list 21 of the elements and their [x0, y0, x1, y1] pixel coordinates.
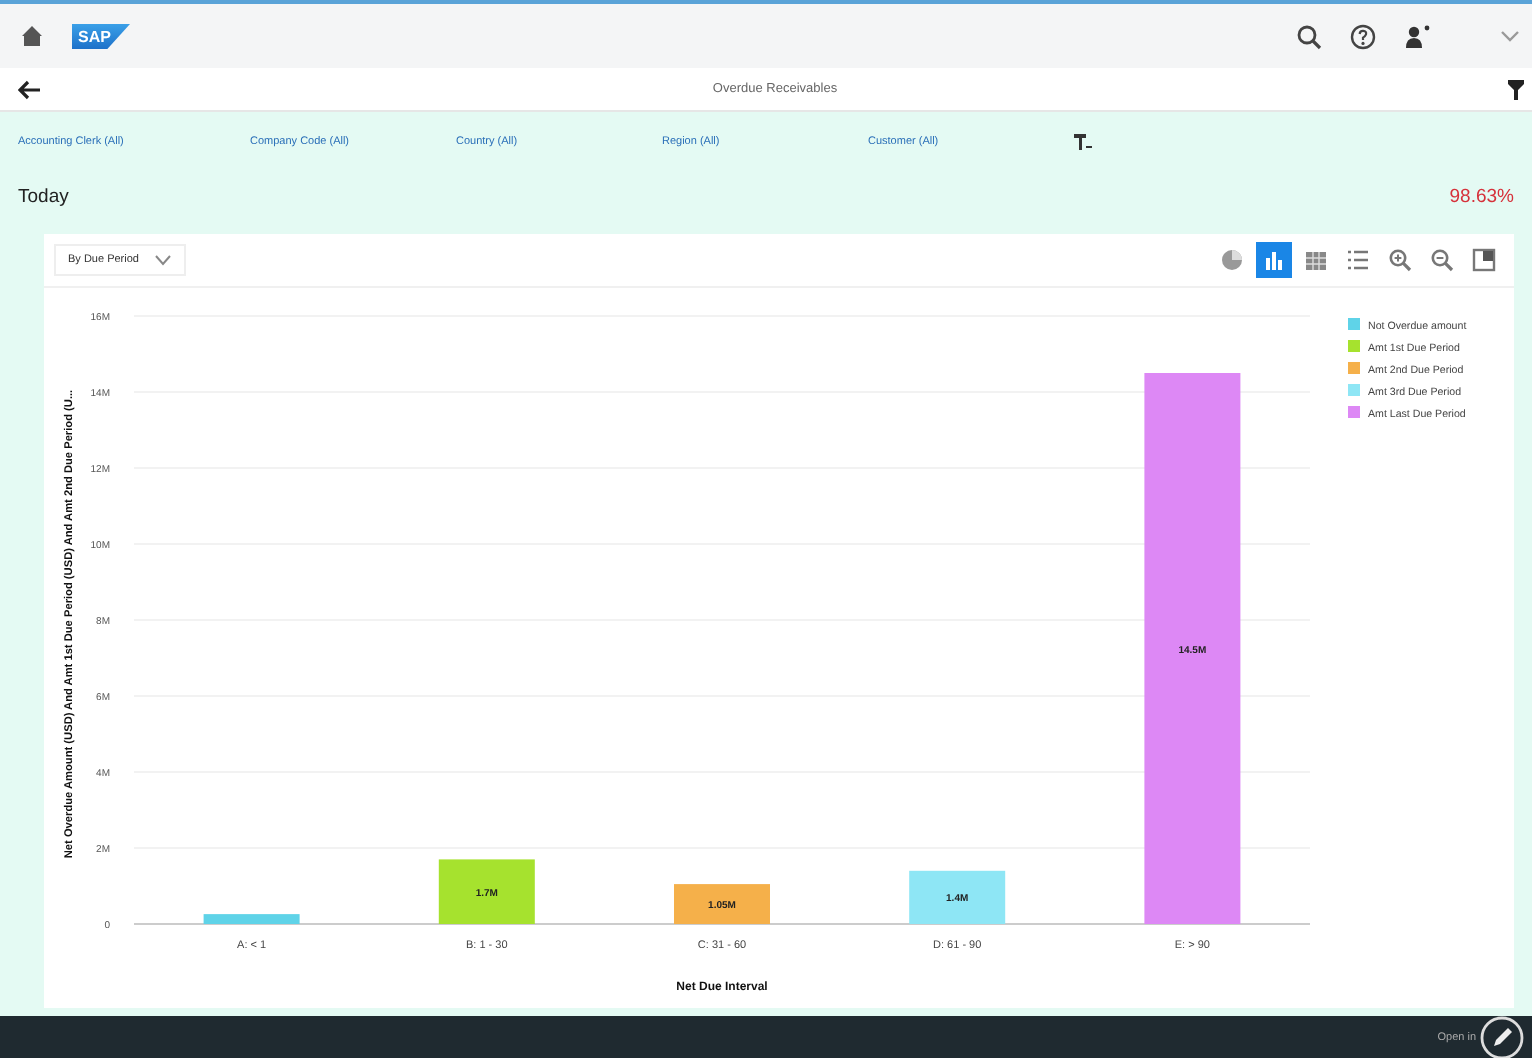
kpi-label: Today	[18, 186, 69, 208]
back-icon[interactable]	[18, 79, 42, 99]
fullscreen-icon	[1472, 248, 1496, 272]
zoom-in-icon	[1388, 248, 1412, 272]
bar-chart-icon	[1262, 248, 1286, 272]
logo: SAP	[72, 23, 131, 49]
filter-icon[interactable]	[1508, 79, 1524, 99]
search-icon[interactable]	[1296, 23, 1322, 49]
list-icon	[1346, 248, 1370, 272]
caret-icon	[154, 254, 173, 266]
edit-icon[interactable]	[1480, 1015, 1524, 1058]
kpi-value: 98.63%	[1449, 186, 1514, 208]
zoom-out-icon	[1430, 248, 1454, 272]
bar-button[interactable]	[1256, 242, 1292, 278]
home-icon[interactable]	[20, 24, 44, 48]
help-icon[interactable]	[1350, 23, 1376, 49]
user-icon[interactable]	[1404, 23, 1432, 49]
pie-chart-icon	[1220, 248, 1244, 272]
filter-settings-icon[interactable]	[1074, 133, 1092, 151]
chevron-icon[interactable]	[1500, 28, 1520, 44]
table-icon	[1304, 248, 1328, 272]
